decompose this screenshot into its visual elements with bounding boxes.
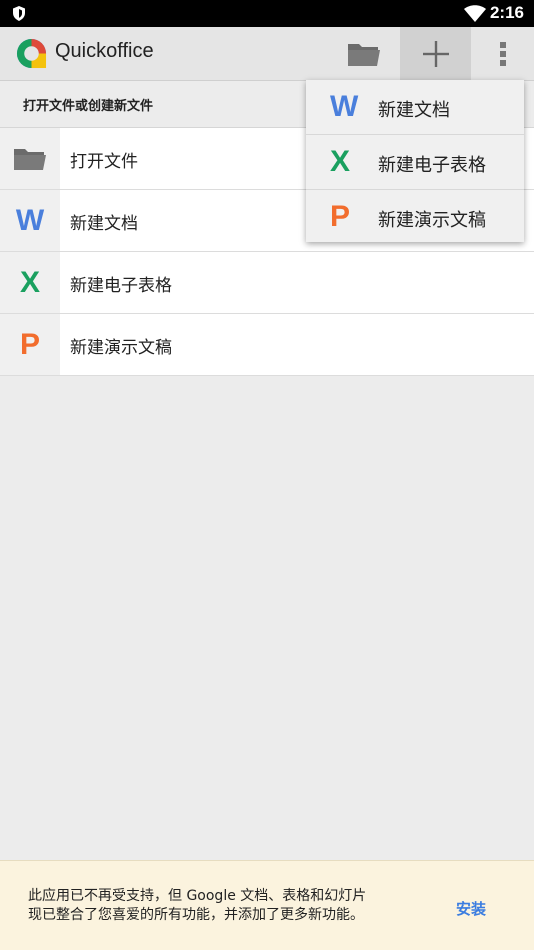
- quickoffice-logo-icon: [16, 38, 47, 69]
- spreadsheet-icon: X: [19, 265, 41, 299]
- word-document-icon: W: [330, 90, 359, 123]
- open-folder-button[interactable]: [336, 27, 392, 80]
- add-button[interactable]: [400, 27, 471, 80]
- folder-icon: [348, 43, 380, 66]
- folder-icon: [14, 148, 46, 170]
- list-item-label: 新建电子表格: [70, 276, 172, 296]
- list-item-label: 新建演示文稿: [70, 338, 172, 358]
- shield-icon: [13, 6, 25, 21]
- app-bar: Quickoffice: [0, 27, 534, 81]
- create-menu: W 新建文档 X 新建电子表格 P 新建演示文稿: [306, 80, 524, 242]
- add-icon: [422, 40, 449, 67]
- wifi-icon: [464, 5, 486, 22]
- list-item-new-presentation[interactable]: P 新建演示文稿: [0, 314, 534, 376]
- presentation-icon: P: [330, 200, 351, 233]
- banner-message-line: 现已整合了您喜爱的所有功能，并添加了更多新功能。: [28, 907, 364, 923]
- banner-message-line: 此应用已不再受支持，但 Google 文档、表格和幻灯片: [28, 888, 367, 904]
- menu-item-new-spreadsheet[interactable]: X 新建电子表格: [306, 135, 524, 190]
- list-item-label: 新建文档: [70, 214, 138, 234]
- install-button[interactable]: 安装: [456, 898, 486, 919]
- menu-item-new-document[interactable]: W 新建文档: [306, 80, 524, 135]
- menu-item-label: 新建文档: [378, 100, 450, 121]
- more-options-button[interactable]: [478, 27, 528, 80]
- menu-item-label: 新建电子表格: [378, 155, 486, 176]
- menu-item-label: 新建演示文稿: [378, 210, 486, 231]
- section-header-label: 打开文件或创建新文件: [23, 99, 154, 114]
- spreadsheet-icon: X: [330, 145, 351, 178]
- app-title: Quickoffice: [55, 40, 154, 62]
- deprecation-banner: 此应用已不再受支持，但 Google 文档、表格和幻灯片 现已整合了您喜爱的所有…: [0, 860, 534, 950]
- word-document-icon: W: [15, 203, 45, 237]
- more-vert-icon: [500, 41, 506, 66]
- list-item-label: 打开文件: [70, 152, 138, 172]
- presentation-icon: P: [19, 327, 41, 361]
- banner-message: 此应用已不再受支持，但 Google 文档、表格和幻灯片 现已整合了您喜爱的所有…: [28, 887, 428, 925]
- menu-item-new-presentation[interactable]: P 新建演示文稿: [306, 190, 524, 244]
- clock: 2:16: [489, 3, 524, 22]
- list-item-new-spreadsheet[interactable]: X 新建电子表格: [0, 252, 534, 314]
- status-bar: 2:16: [0, 0, 534, 27]
